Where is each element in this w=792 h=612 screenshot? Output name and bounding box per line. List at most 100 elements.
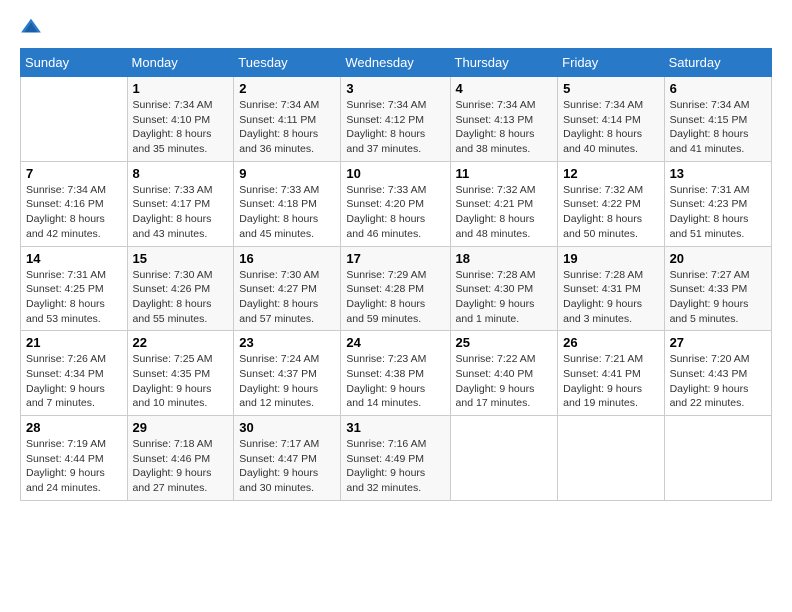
calendar-cell: 17 Sunrise: 7:29 AMSunset: 4:28 PMDayligh… bbox=[341, 246, 450, 331]
day-number: 13 bbox=[670, 166, 766, 181]
day-number: 26 bbox=[563, 335, 658, 350]
calendar-cell: 12 Sunrise: 7:32 AMSunset: 4:22 PMDayligh… bbox=[558, 161, 664, 246]
calendar-cell bbox=[664, 416, 771, 501]
calendar-week-row: 1Sunrise: 7:34 AMSunset: 4:10 PMDaylight… bbox=[21, 77, 772, 162]
day-number: 22 bbox=[133, 335, 229, 350]
day-info: Sunrise: 7:27 AMSunset: 4:33 PMDaylight:… bbox=[670, 268, 766, 327]
calendar-week-row: 21Sunrise: 7:26 AMSunset: 4:34 PMDayligh… bbox=[21, 331, 772, 416]
day-info: Sunrise: 7:23 AMSunset: 4:38 PMDaylight:… bbox=[346, 352, 444, 411]
day-info: Sunrise: 7:20 AMSunset: 4:43 PMDaylight:… bbox=[670, 352, 766, 411]
calendar-cell: 3 Sunrise: 7:34 AMSunset: 4:12 PMDaylight… bbox=[341, 77, 450, 162]
day-info: Sunrise: 7:31 AMSunset: 4:23 PMDaylight:… bbox=[670, 183, 766, 242]
day-number: 2 bbox=[239, 81, 335, 96]
day-number: 21 bbox=[26, 335, 122, 350]
day-of-week-header: Sunday bbox=[21, 49, 128, 77]
calendar-cell: 5 Sunrise: 7:34 AMSunset: 4:14 PMDaylight… bbox=[558, 77, 664, 162]
logo bbox=[20, 16, 44, 38]
calendar-cell: 20 Sunrise: 7:27 AMSunset: 4:33 PMDayligh… bbox=[664, 246, 771, 331]
day-info: Sunrise: 7:33 AMSunset: 4:18 PMDaylight:… bbox=[239, 183, 335, 242]
day-info: Sunrise: 7:18 AMSunset: 4:46 PMDaylight:… bbox=[133, 437, 229, 496]
calendar-cell: 15 Sunrise: 7:30 AMSunset: 4:26 PMDayligh… bbox=[127, 246, 234, 331]
calendar-cell: 29Sunrise: 7:18 AMSunset: 4:46 PMDayligh… bbox=[127, 416, 234, 501]
day-info: Sunrise: 7:33 AMSunset: 4:20 PMDaylight:… bbox=[346, 183, 444, 242]
calendar-cell: 4 Sunrise: 7:34 AMSunset: 4:13 PMDaylight… bbox=[450, 77, 558, 162]
day-of-week-header: Saturday bbox=[664, 49, 771, 77]
day-info: Sunrise: 7:29 AMSunset: 4:28 PMDaylight:… bbox=[346, 268, 444, 327]
calendar-cell: 8 Sunrise: 7:33 AMSunset: 4:17 PMDaylight… bbox=[127, 161, 234, 246]
day-info: Sunrise: 7:30 AMSunset: 4:27 PMDaylight:… bbox=[239, 268, 335, 327]
day-info: Sunrise: 7:30 AMSunset: 4:26 PMDaylight:… bbox=[133, 268, 229, 327]
day-number: 3 bbox=[346, 81, 444, 96]
day-number: 6 bbox=[670, 81, 766, 96]
day-info: Sunrise: 7:16 AMSunset: 4:49 PMDaylight:… bbox=[346, 437, 444, 496]
calendar-cell: 23 Sunrise: 7:24 AMSunset: 4:37 PMDayligh… bbox=[234, 331, 341, 416]
day-of-week-header: Friday bbox=[558, 49, 664, 77]
day-number: 23 bbox=[239, 335, 335, 350]
calendar-cell bbox=[558, 416, 664, 501]
day-info: Sunrise: 7:28 AMSunset: 4:31 PMDaylight:… bbox=[563, 268, 658, 327]
calendar-cell: 27 Sunrise: 7:20 AMSunset: 4:43 PMDayligh… bbox=[664, 331, 771, 416]
calendar-cell: 16 Sunrise: 7:30 AMSunset: 4:27 PMDayligh… bbox=[234, 246, 341, 331]
calendar-week-row: 14Sunrise: 7:31 AMSunset: 4:25 PMDayligh… bbox=[21, 246, 772, 331]
day-number: 30 bbox=[239, 420, 335, 435]
day-of-week-header: Thursday bbox=[450, 49, 558, 77]
calendar-cell: 22 Sunrise: 7:25 AMSunset: 4:35 PMDayligh… bbox=[127, 331, 234, 416]
day-info: Sunrise: 7:32 AMSunset: 4:22 PMDaylight:… bbox=[563, 183, 658, 242]
calendar-cell: 1Sunrise: 7:34 AMSunset: 4:10 PMDaylight… bbox=[127, 77, 234, 162]
day-number: 27 bbox=[670, 335, 766, 350]
day-number: 10 bbox=[346, 166, 444, 181]
calendar-cell: 26 Sunrise: 7:21 AMSunset: 4:41 PMDayligh… bbox=[558, 331, 664, 416]
day-info: Sunrise: 7:34 AMSunset: 4:16 PMDaylight:… bbox=[26, 183, 122, 242]
day-info: Sunrise: 7:28 AMSunset: 4:30 PMDaylight:… bbox=[456, 268, 553, 327]
day-of-week-header: Wednesday bbox=[341, 49, 450, 77]
calendar-cell: 30 Sunrise: 7:17 AMSunset: 4:47 PMDayligh… bbox=[234, 416, 341, 501]
day-number: 5 bbox=[563, 81, 658, 96]
day-info: Sunrise: 7:34 AMSunset: 4:11 PMDaylight:… bbox=[239, 98, 335, 157]
day-number: 17 bbox=[346, 251, 444, 266]
day-of-week-header: Monday bbox=[127, 49, 234, 77]
calendar-cell: 28 Sunrise: 7:19 AMSunset: 4:44 PMDayligh… bbox=[21, 416, 128, 501]
day-info: Sunrise: 7:21 AMSunset: 4:41 PMDaylight:… bbox=[563, 352, 658, 411]
day-number: 12 bbox=[563, 166, 658, 181]
day-info: Sunrise: 7:22 AMSunset: 4:40 PMDaylight:… bbox=[456, 352, 553, 411]
day-number: 20 bbox=[670, 251, 766, 266]
day-info: Sunrise: 7:34 AMSunset: 4:13 PMDaylight:… bbox=[456, 98, 553, 157]
day-info: Sunrise: 7:24 AMSunset: 4:37 PMDaylight:… bbox=[239, 352, 335, 411]
day-info: Sunrise: 7:17 AMSunset: 4:47 PMDaylight:… bbox=[239, 437, 335, 496]
day-number: 4 bbox=[456, 81, 553, 96]
day-info: Sunrise: 7:34 AMSunset: 4:10 PMDaylight:… bbox=[133, 98, 229, 157]
calendar-cell: 6Sunrise: 7:34 AMSunset: 4:15 PMDaylight… bbox=[664, 77, 771, 162]
day-info: Sunrise: 7:32 AMSunset: 4:21 PMDaylight:… bbox=[456, 183, 553, 242]
day-info: Sunrise: 7:25 AMSunset: 4:35 PMDaylight:… bbox=[133, 352, 229, 411]
calendar-cell: 10 Sunrise: 7:33 AMSunset: 4:20 PMDayligh… bbox=[341, 161, 450, 246]
day-info: Sunrise: 7:33 AMSunset: 4:17 PMDaylight:… bbox=[133, 183, 229, 242]
day-info: Sunrise: 7:34 AMSunset: 4:12 PMDaylight:… bbox=[346, 98, 444, 157]
day-number: 14 bbox=[26, 251, 122, 266]
calendar-cell: 21Sunrise: 7:26 AMSunset: 4:34 PMDayligh… bbox=[21, 331, 128, 416]
day-number: 15 bbox=[133, 251, 229, 266]
calendar-cell: 13 Sunrise: 7:31 AMSunset: 4:23 PMDayligh… bbox=[664, 161, 771, 246]
logo-icon bbox=[20, 16, 42, 38]
calendar-week-row: 7 Sunrise: 7:34 AMSunset: 4:16 PMDaylight… bbox=[21, 161, 772, 246]
calendar-cell: 9Sunrise: 7:33 AMSunset: 4:18 PMDaylight… bbox=[234, 161, 341, 246]
day-number: 19 bbox=[563, 251, 658, 266]
calendar-cell: 2 Sunrise: 7:34 AMSunset: 4:11 PMDaylight… bbox=[234, 77, 341, 162]
calendar-cell: 11Sunrise: 7:32 AMSunset: 4:21 PMDayligh… bbox=[450, 161, 558, 246]
calendar-cell bbox=[450, 416, 558, 501]
day-number: 16 bbox=[239, 251, 335, 266]
day-number: 8 bbox=[133, 166, 229, 181]
calendar-cell: 24Sunrise: 7:23 AMSunset: 4:38 PMDayligh… bbox=[341, 331, 450, 416]
day-number: 28 bbox=[26, 420, 122, 435]
day-number: 31 bbox=[346, 420, 444, 435]
calendar-cell: 31 Sunrise: 7:16 AMSunset: 4:49 PMDayligh… bbox=[341, 416, 450, 501]
day-number: 25 bbox=[456, 335, 553, 350]
calendar-header: SundayMondayTuesdayWednesdayThursdayFrid… bbox=[21, 49, 772, 77]
calendar-table: SundayMondayTuesdayWednesdayThursdayFrid… bbox=[20, 48, 772, 501]
day-info: Sunrise: 7:19 AMSunset: 4:44 PMDaylight:… bbox=[26, 437, 122, 496]
day-info: Sunrise: 7:34 AMSunset: 4:14 PMDaylight:… bbox=[563, 98, 658, 157]
page-header bbox=[20, 16, 772, 38]
calendar-cell: 7 Sunrise: 7:34 AMSunset: 4:16 PMDaylight… bbox=[21, 161, 128, 246]
calendar-cell: 25 Sunrise: 7:22 AMSunset: 4:40 PMDayligh… bbox=[450, 331, 558, 416]
day-number: 7 bbox=[26, 166, 122, 181]
calendar-cell: 18Sunrise: 7:28 AMSunset: 4:30 PMDayligh… bbox=[450, 246, 558, 331]
